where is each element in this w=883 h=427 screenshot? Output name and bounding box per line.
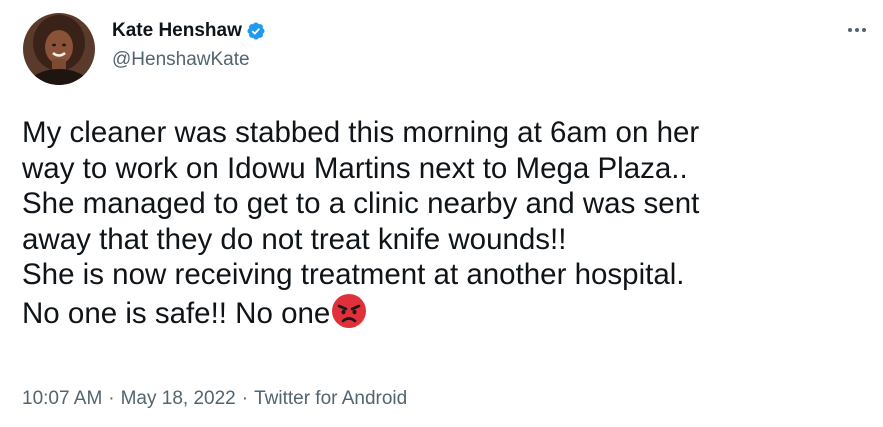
profile-photo-icon <box>23 13 95 85</box>
tweet-line: away that they do not treat knife wounds… <box>22 222 567 256</box>
tweet-last-line: No one is safe!! No one <box>22 293 867 338</box>
author-handle[interactable]: @HenshawKate <box>112 49 250 71</box>
tweet-line-text: No one is safe!! No one <box>22 296 331 330</box>
tweet-line: She is now receiving treatment at anothe… <box>22 258 685 291</box>
author-avatar[interactable] <box>23 13 95 85</box>
verified-badge-icon <box>246 21 266 41</box>
tweet-line: She managed to get to a clinic nearby an… <box>22 187 700 220</box>
angry-face-emoji-icon <box>331 293 367 338</box>
tweet-text: My cleaner was stabbed this morning at 6… <box>22 115 867 337</box>
author-name-row[interactable]: Kate Henshaw <box>112 20 266 42</box>
tweet-line: way to work on Idowu Martins next to Meg… <box>22 151 688 185</box>
more-options-button[interactable] <box>842 20 872 40</box>
more-horizontal-icon <box>848 28 852 32</box>
author-display-name[interactable]: Kate Henshaw <box>112 20 242 42</box>
meta-separator: · <box>241 388 249 409</box>
tweet-metadata: 10:07 AM · May 18, 2022 · Twitter for Androi… <box>22 388 407 410</box>
tweet-card: Kate Henshaw @HenshawKate My cleaner was… <box>0 0 883 427</box>
meta-separator: · <box>108 388 115 409</box>
tweet-date[interactable]: May 18, 2022 <box>121 388 236 409</box>
tweet-time[interactable]: 10:07 AM <box>22 388 102 409</box>
tweet-source[interactable]: Twitter for Android <box>254 388 407 409</box>
tweet-line: My cleaner was stabbed this morning at 6… <box>22 116 700 149</box>
